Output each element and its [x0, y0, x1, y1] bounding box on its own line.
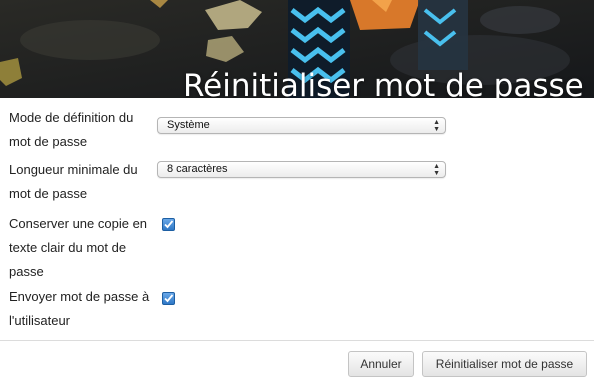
length-label: Longueur minimale du mot de passe	[9, 162, 138, 201]
keep-copy-checkbox[interactable]	[162, 218, 175, 231]
select-arrows-icon: ▲ ▼	[433, 119, 440, 133]
send-checkbox[interactable]	[162, 292, 175, 305]
checkmark-icon	[164, 220, 174, 229]
send-label: Envoyer mot de passe à l'utilisateur	[9, 289, 150, 328]
select-arrows-icon: ▲ ▼	[433, 163, 440, 177]
reset-password-button[interactable]: Réinitialiser mot de passe	[422, 351, 587, 377]
keep-copy-label: Conserver une copie en texte clair du mo…	[9, 216, 148, 279]
mode-select[interactable]: Système ▲ ▼	[157, 117, 446, 134]
cancel-button[interactable]: Annuler	[348, 351, 414, 377]
checkmark-icon	[164, 294, 174, 303]
mode-label: Mode de définition du mot de passe	[9, 110, 134, 149]
footer-divider	[0, 340, 594, 341]
length-select-value: 8 caractères	[167, 163, 228, 175]
mode-select-value: Système	[167, 119, 210, 131]
length-select[interactable]: 8 caractères ▲ ▼	[157, 161, 446, 178]
page-title: Réinitialiser mot de passe	[183, 68, 584, 98]
header-banner: Réinitialiser mot de passe	[0, 0, 594, 98]
